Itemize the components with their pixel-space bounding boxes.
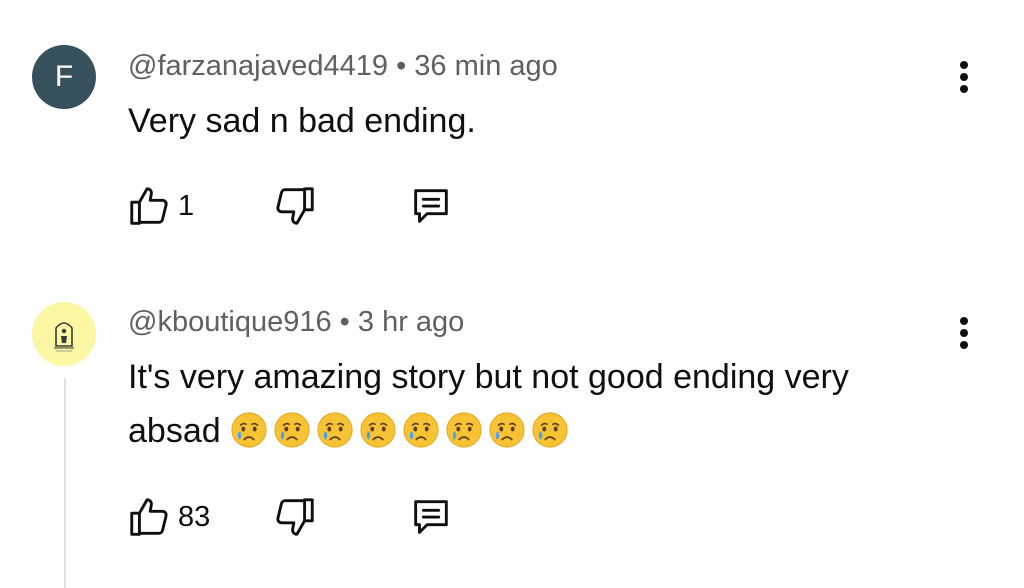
crying-face-emoji: [317, 412, 353, 448]
crying-face-emoji: [360, 412, 396, 448]
crying-face-emoji: [403, 412, 439, 448]
emoji-row: [230, 411, 569, 449]
avatar-letter: F: [54, 60, 74, 93]
like-count: 83: [178, 500, 211, 533]
boutique-logo-icon: [54, 322, 74, 352]
comment-meta: @farzanajaved4419 • 36 min ago: [128, 50, 558, 83]
crying-face-emoji: [489, 412, 525, 448]
comment-text: It's very amazing story but not good end…: [128, 350, 928, 458]
crying-face-emoji: [446, 412, 482, 448]
thumbs-up-icon: [130, 187, 168, 225]
thumbs-up-icon: [130, 498, 168, 536]
reply-icon: [414, 189, 448, 223]
comment-meta: @kboutique916 • 3 hr ago: [128, 306, 464, 339]
more-options-button[interactable]: [944, 52, 984, 102]
more-vertical-icon: [960, 317, 968, 349]
crying-face-emoji: [532, 412, 568, 448]
like-button[interactable]: 83: [126, 492, 210, 542]
dislike-button[interactable]: [272, 492, 318, 542]
meta-separator: •: [396, 50, 407, 82]
dislike-button[interactable]: [272, 181, 318, 231]
thumbs-down-icon: [276, 187, 314, 225]
thread-line: [64, 378, 66, 588]
reply-button[interactable]: [408, 181, 454, 231]
more-vertical-icon: [960, 61, 968, 93]
avatar[interactable]: F: [32, 45, 96, 109]
comment-item: F @farzanajaved4419 • 36 min ago Very sa…: [0, 0, 1024, 270]
comment-text-body: Very sad n bad ending.: [128, 102, 476, 140]
reply-button[interactable]: [408, 492, 454, 542]
comment-time: 36 min ago: [414, 50, 558, 82]
more-options-button[interactable]: [944, 308, 984, 358]
comment-author[interactable]: @farzanajaved4419: [128, 50, 388, 82]
comment-text: Very sad n bad ending.: [128, 94, 928, 148]
comment-author[interactable]: @kboutique916: [128, 306, 332, 338]
crying-face-emoji: [231, 412, 267, 448]
avatar[interactable]: [32, 302, 96, 366]
meta-separator: •: [339, 306, 350, 338]
comment-item: @kboutique916 • 3 hr ago It's very amazi…: [0, 270, 1024, 588]
crying-face-emoji: [274, 412, 310, 448]
comment-time: 3 hr ago: [357, 306, 465, 338]
like-count: 1: [178, 189, 195, 222]
thumbs-down-icon: [276, 498, 314, 536]
reply-icon: [414, 500, 448, 534]
like-button[interactable]: 1: [126, 181, 194, 231]
